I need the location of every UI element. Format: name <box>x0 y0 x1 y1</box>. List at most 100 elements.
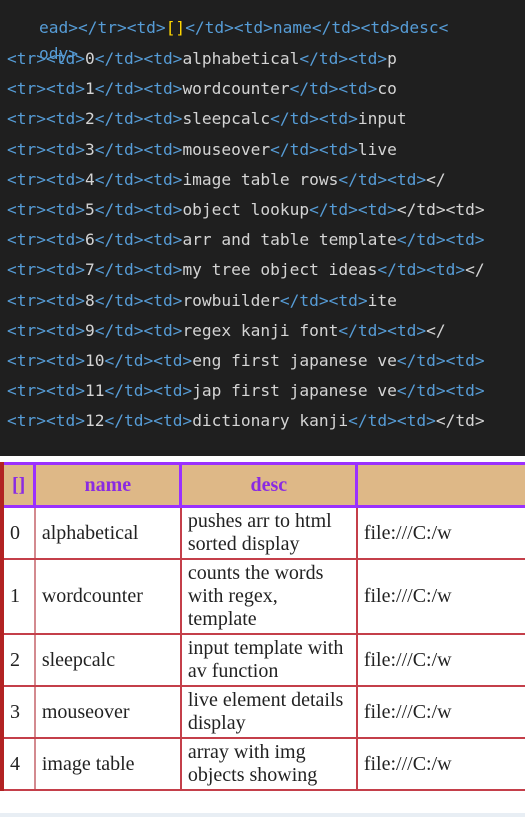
cell-link[interactable]: file:///C:/w <box>355 685 525 739</box>
code-tag: </td><td> <box>94 49 183 68</box>
rendered-table: [] name desc 0 alphabetical pushes arr to … <box>0 462 525 791</box>
code-text: 12 <box>84 411 105 431</box>
code-text: 0 <box>84 49 95 68</box>
code-tag: </td><td> <box>94 320 183 340</box>
code-line: <tr><td>1</td><td>wordcounter</td><td>co <box>7 77 397 101</box>
code-text: 11 <box>84 381 105 401</box>
header-desc: desc <box>179 462 359 508</box>
code-tag: <tr><td> <box>7 260 85 280</box>
code-text: 10 <box>84 351 105 370</box>
cell-link[interactable]: file:///C:/w <box>355 505 525 560</box>
code-tag: <tr><td> <box>7 351 85 370</box>
code-line: <tr><td>5</td><td>object lookup</td><td>… <box>7 198 485 222</box>
cell-desc: live element details display <box>179 685 358 739</box>
code-tag: </td><td> <box>348 411 436 431</box>
cell-link[interactable]: file:///C:/w <box>355 737 525 791</box>
code-text: ite <box>367 290 397 310</box>
code-line: <tr><td>3</td><td>mouseover</td><td>live <box>7 138 397 162</box>
code-tag: </td><td> <box>94 200 183 219</box>
code-tag: </td><td> <box>270 139 358 159</box>
code-text: jap first japanese ve <box>192 381 397 401</box>
code-line: <tr><td>8</td><td>rowbuilder</td><td>ite <box>7 289 397 313</box>
code-tag: <tr><td> <box>7 79 85 99</box>
code-tag: </td><td> <box>396 230 485 250</box>
cell-name: alphabetical <box>33 505 182 560</box>
cell-name: sleepcalc <box>33 633 182 687</box>
code-line: <tr><td>6</td><td>arr and table template… <box>7 228 485 252</box>
code-tag: </td><td> <box>94 139 183 159</box>
code-line: <tr><td>7</td><td>my tree object ideas</… <box>7 258 485 282</box>
cell-index: 3 <box>2 685 36 739</box>
code-text: mouseover <box>182 139 271 159</box>
cell-desc: array with img objects showing <box>179 737 358 791</box>
table-row: 2 sleepcalc input template with av functio… <box>2 633 525 687</box>
header-name: name <box>33 462 183 508</box>
code-text: sleepcalc <box>182 109 271 129</box>
cell-index: 0 <box>2 505 36 560</box>
code-tag: </td><td> <box>396 381 485 401</box>
cell-link[interactable]: file:///C:/w <box>355 633 525 687</box>
code-tag: </td><td> <box>94 290 183 310</box>
code-text: dictionary kanji <box>192 411 349 431</box>
code-text: 1 <box>84 79 95 99</box>
cell-desc: counts the words with regex, template <box>179 558 358 635</box>
code-tag: </td><td> <box>270 109 358 129</box>
table-row: 0 alphabetical pushes arr to html sorted d… <box>2 505 525 560</box>
code-tag: </td><td> <box>338 320 427 340</box>
code-text: </ <box>426 169 446 189</box>
code-text: 7 <box>84 260 95 280</box>
table-row: 3 mouseover live element details display fi… <box>2 685 525 739</box>
cell-name: image table <box>33 737 182 791</box>
code-tag-text: </td><td>name</td><td>desc< <box>185 18 449 37</box>
divider <box>0 456 525 461</box>
code-tag: <tr><td> <box>7 381 85 401</box>
code-text: eng first japanese ve <box>192 351 397 370</box>
code-text: 8 <box>84 290 95 310</box>
code-text: </ <box>465 260 485 280</box>
code-tag: </td><td> <box>94 79 183 99</box>
code-text: co <box>377 79 397 99</box>
code-line-tbody: ody> <box>0 18 78 63</box>
code-tag: <tr><td> <box>7 290 85 310</box>
code-text: </td> <box>435 411 485 431</box>
code-text: 2 <box>84 109 95 129</box>
cell-index: 1 <box>2 558 36 635</box>
code-tag: </td><td> <box>104 411 193 431</box>
code-tag: </td><td> <box>94 260 183 280</box>
code-line-partial: ead></tr><td>[]</td><td>name</td><td>des… <box>0 0 448 37</box>
code-text: wordcounter <box>182 79 290 99</box>
cell-name: mouseover <box>33 685 182 739</box>
code-text: 3 <box>84 139 95 159</box>
code-text: input <box>357 109 407 129</box>
header-index: [] <box>0 462 37 508</box>
rendered-table-container: [] name desc 0 alphabetical pushes arr to … <box>0 462 525 791</box>
code-text: arr and table template <box>182 230 397 250</box>
cell-desc: pushes arr to html sorted display <box>179 505 358 560</box>
code-tag: <tr><td> <box>7 411 85 431</box>
code-text: my tree object ideas <box>182 260 378 280</box>
code-text: alphabetical <box>182 49 300 68</box>
code-text: image table rows <box>182 169 339 189</box>
code-line: <tr><td>0</td><td>alphabetical</td><td>p <box>7 47 397 71</box>
cell-desc: input template with av function <box>179 633 358 687</box>
cell-link[interactable]: file:///C:/w <box>355 558 525 635</box>
code-tag: </td><td> <box>279 290 368 310</box>
code-text: </ <box>426 320 446 340</box>
code-tag: </td><td> <box>94 230 183 250</box>
code-text: 9 <box>84 320 95 340</box>
code-line: <tr><td>2</td><td>sleepcalc</td><td>inpu… <box>7 107 407 131</box>
code-bracket: [] <box>165 18 186 37</box>
horizontal-scrollbar[interactable] <box>0 813 525 817</box>
code-text: p <box>387 49 397 68</box>
code-line: <tr><td>11 </td><td>jap first japanese ve… <box>7 379 485 403</box>
code-tag: </td><td> <box>309 200 397 219</box>
code-tag: <tr><td> <box>7 230 85 250</box>
code-tag: <tr><td> <box>7 139 85 159</box>
code-tag: </td><td> <box>94 109 183 129</box>
code-tag: </td><td> <box>338 169 427 189</box>
code-tag: </td><td> <box>377 260 466 280</box>
code-line: <tr><td>4</td><td>image table rows</td><… <box>7 168 446 192</box>
code-tag: <tr><td> <box>7 49 85 68</box>
code-line: <tr><td>10</td><td>eng first japanese ve… <box>7 349 485 373</box>
code-editor[interactable]: ead></tr><td>[]</td><td>name</td><td>des… <box>0 0 525 456</box>
